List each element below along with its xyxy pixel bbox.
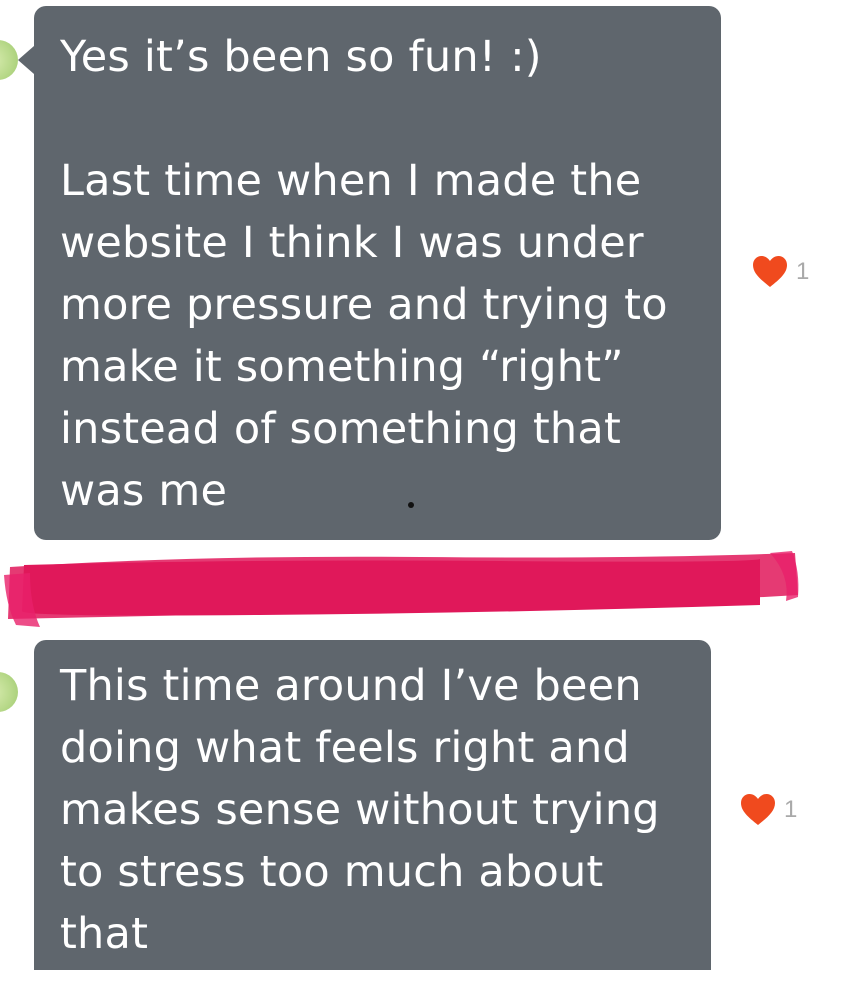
heart-icon <box>752 255 788 289</box>
message-text: Yes it’s been so fun! :) <box>60 32 542 82</box>
redaction-scribble <box>0 545 800 630</box>
reaction-count: 1 <box>784 796 798 823</box>
message-reaction[interactable]: 1 <box>752 255 809 289</box>
message-text: This time around I’ve been doing what fe… <box>60 661 660 959</box>
reaction-count: 1 <box>796 258 810 285</box>
stray-dot <box>408 502 414 508</box>
message-reaction[interactable]: 1 <box>740 793 797 827</box>
message-bubble[interactable]: This time around I’ve been doing what fe… <box>34 640 711 970</box>
sender-avatar[interactable] <box>0 40 18 80</box>
message-text: Last time when I made the website I thin… <box>60 156 668 516</box>
heart-icon <box>740 793 776 827</box>
message-bubble[interactable]: Yes it’s been so fun! :) Last time when … <box>18 6 721 540</box>
sender-avatar[interactable] <box>0 672 18 712</box>
